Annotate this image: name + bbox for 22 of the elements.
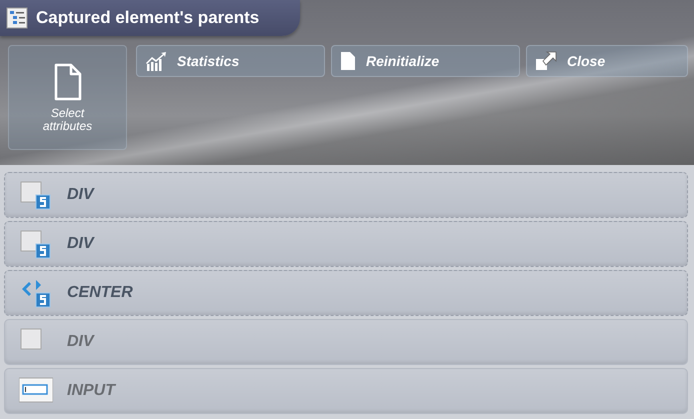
- parent-element-row[interactable]: CENTER: [4, 270, 688, 316]
- reinitialize-button[interactable]: Reinitialize: [331, 45, 520, 77]
- element-tag: DIV: [67, 235, 94, 253]
- parent-element-row[interactable]: INPUT: [4, 368, 688, 414]
- element-tag: CENTER: [67, 284, 133, 302]
- document-icon: [340, 51, 356, 71]
- window-title: Captured element's parents: [36, 8, 260, 28]
- tree-list-icon: [6, 7, 28, 29]
- statistics-button[interactable]: Statistics: [136, 45, 325, 77]
- element-tag: INPUT: [67, 382, 115, 400]
- element-tag: DIV: [67, 333, 94, 351]
- chart-icon: [145, 51, 167, 71]
- element-tag: DIV: [67, 186, 94, 204]
- parent-element-row[interactable]: DIV: [4, 319, 688, 365]
- select-attributes-button[interactable]: Select attributes: [8, 45, 127, 150]
- styled-block-icon: [19, 180, 53, 210]
- parent-element-row[interactable]: DIV: [4, 221, 688, 267]
- document-icon: [54, 62, 82, 100]
- styled-block-icon: [19, 229, 53, 259]
- arrow-icon: [535, 51, 557, 71]
- close-button[interactable]: Close: [526, 45, 688, 77]
- parent-element-row[interactable]: DIV: [4, 172, 688, 218]
